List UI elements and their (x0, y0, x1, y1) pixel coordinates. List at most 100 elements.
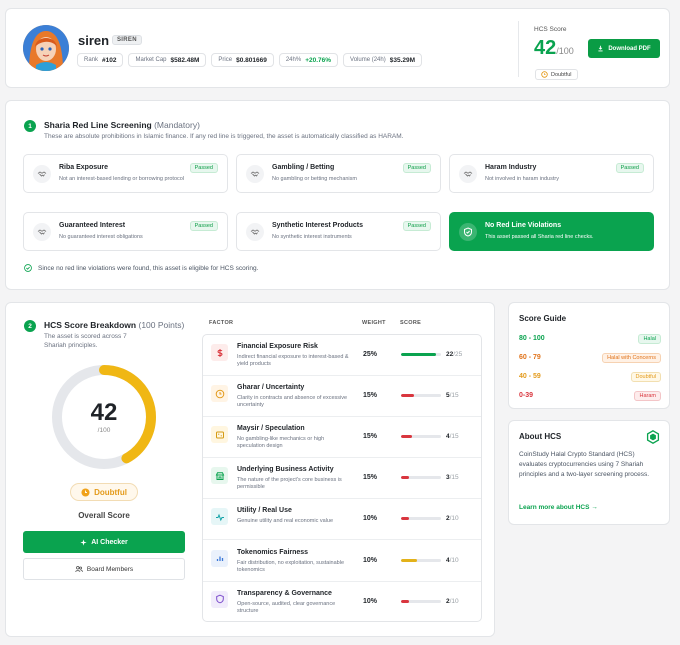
factor-weight: 10% (363, 515, 378, 523)
users-icon (75, 566, 83, 572)
score-guide-row: 60 - 79 Halal with Concerns (519, 351, 661, 365)
factor-score: 4/10 (446, 556, 459, 564)
factor-desc: Indirect financial exposure to interest-… (237, 354, 349, 368)
section-title: Sharia Red Line Screening (Mandatory) (44, 120, 200, 130)
factor-score: 2/10 (446, 597, 459, 605)
red-line-title: Synthetic Interest Products (272, 222, 364, 229)
stat-rank: Rank #102 (77, 53, 124, 67)
red-line-desc: No synthetic interest instruments (272, 234, 352, 240)
factor-score-bar (401, 517, 441, 521)
red-line-section: 1 Sharia Red Line Screening (Mandatory) … (5, 100, 670, 290)
stat-price: Price $0.801669 (211, 53, 274, 67)
handshake-icon (33, 223, 51, 241)
score-label-badge: Haram (634, 391, 661, 401)
stat-market-cap: Market Cap $582.48M (128, 53, 207, 67)
section-number: 2 (24, 320, 36, 332)
factor-score-bar-fill (401, 435, 412, 439)
hexagon-logo-icon (646, 430, 660, 444)
hcs-score-label: HCS Score (534, 26, 567, 33)
red-line-desc: Not an interest-based lending or borrowi… (59, 176, 185, 182)
summary-desc: This asset passed all Sharia red line ch… (485, 234, 594, 240)
factor-desc: No gambling-like mechanics or high specu… (237, 436, 325, 450)
red-line-desc: No gambling or betting mechanism (272, 176, 357, 182)
dollar-icon (211, 344, 228, 361)
handshake-icon (246, 165, 264, 183)
handshake-icon (246, 223, 264, 241)
shield-check-icon (459, 223, 477, 241)
score-label-badge: Doubtful (630, 372, 661, 382)
stat-24h: 24h% +20.76% (278, 53, 339, 67)
factor-row: Financial Exposure Risk Indirect financia… (203, 335, 481, 376)
factor-weight: 10% (363, 597, 378, 605)
score-guide-row: 80 - 100 Halal (519, 332, 661, 346)
eligibility-note: Since no red line violations were found,… (24, 264, 258, 272)
factor-title: Maysir / Speculation (237, 425, 305, 433)
score-guide-title: Score Guide (519, 314, 567, 323)
download-pdf-button[interactable]: Download PDF (588, 39, 660, 58)
score-range: 40 - 59 (519, 373, 541, 380)
factor-score: 22/25 (446, 351, 463, 358)
red-line-item: Synthetic Interest Products No synthetic … (236, 212, 441, 251)
overall-score-value: 42 (90, 399, 118, 426)
red-line-item: Riba Exposure Not an interest-based lendi… (23, 154, 228, 193)
passed-badge: Passed (615, 163, 644, 173)
factor-weight: 25% (363, 351, 378, 358)
score-label-badge: Halal with Concerns (602, 353, 661, 363)
coin-avatar (23, 25, 69, 71)
factor-desc: Fair distribution, no exploitation, sust… (237, 559, 345, 573)
section-subtitle: These are absolute prohibitions in Islam… (44, 133, 404, 140)
factor-weight: 10% (363, 556, 378, 564)
factor-score: 2/10 (446, 515, 459, 523)
no-violations-summary: No Red Line Violations This asset passed… (449, 212, 654, 251)
column-header-score: SCORE (400, 320, 422, 326)
red-line-desc: No guaranteed interest obligations (59, 234, 143, 240)
factor-row: Tokenomics Fairness Fair distribution, no… (203, 541, 481, 582)
section-number: 1 (24, 120, 36, 132)
factor-score-bar-fill (401, 517, 409, 521)
score-guide-row: 40 - 59 Doubtful (519, 370, 661, 384)
factor-desc: The nature of the project's core busines… (237, 477, 342, 491)
clock-icon (541, 71, 548, 78)
about-title: About HCS (519, 432, 562, 441)
learn-more-link[interactable]: Learn more about HCS → (519, 504, 598, 511)
about-hcs-card: About HCS CoinStudy Halal Crypto Standar… (508, 420, 670, 525)
factor-score-bar (401, 394, 441, 398)
ai-checker-button[interactable]: AI Checker (23, 531, 185, 553)
factor-row: Transparency & Governance Open-source, au… (203, 582, 481, 623)
score-guide-row: 0-39 Haram (519, 389, 661, 403)
section-subtitle: The asset is scored across 7 Shariah pri… (44, 333, 127, 349)
factor-score: 3/15 (446, 474, 459, 482)
coin-name: siren (78, 33, 110, 48)
clock-icon (211, 385, 228, 403)
overall-score-label: Overall Score (78, 511, 130, 520)
factor-title: Tokenomics Fairness (237, 548, 309, 556)
chart-icon (211, 549, 228, 567)
factor-score-bar-fill (401, 558, 417, 562)
score-range: 0-39 (519, 392, 534, 399)
board-members-button[interactable]: Board Members (23, 558, 185, 580)
factor-title: Utility / Real Use (237, 507, 292, 515)
red-line-title: Guaranteed Interest (59, 222, 126, 229)
factor-score-bar-fill (401, 353, 437, 356)
factor-desc: Clarity in contracts and absence of exce… (237, 395, 348, 409)
factor-weight: 15% (363, 474, 378, 482)
factor-row: Gharar / Uncertainty Clarity in contracts… (203, 376, 481, 418)
factor-title: Financial Exposure Risk (237, 343, 318, 350)
factor-desc: Genuine utility and real economic value (237, 518, 334, 525)
red-line-item: Gambling / Betting No gambling or betting… (236, 154, 441, 193)
divider (518, 21, 519, 77)
summary-title: No Red Line Violations (485, 222, 562, 229)
factor-score-bar (401, 599, 441, 603)
dice-icon (211, 426, 228, 444)
factor-score-bar-fill (401, 599, 409, 603)
handshake-icon (33, 165, 51, 183)
passed-badge: Passed (402, 163, 431, 173)
factor-table: Financial Exposure Risk Indirect financia… (202, 334, 482, 622)
score-label-badge: Halal (638, 334, 661, 344)
factor-score-bar (401, 476, 441, 480)
column-header-factor: FACTOR (209, 320, 234, 326)
pulse-icon (211, 508, 228, 526)
red-line-item: Haram Industry Not involved in haram indu… (449, 154, 654, 193)
factor-weight: 15% (363, 433, 378, 441)
red-line-title: Riba Exposure (59, 164, 109, 171)
